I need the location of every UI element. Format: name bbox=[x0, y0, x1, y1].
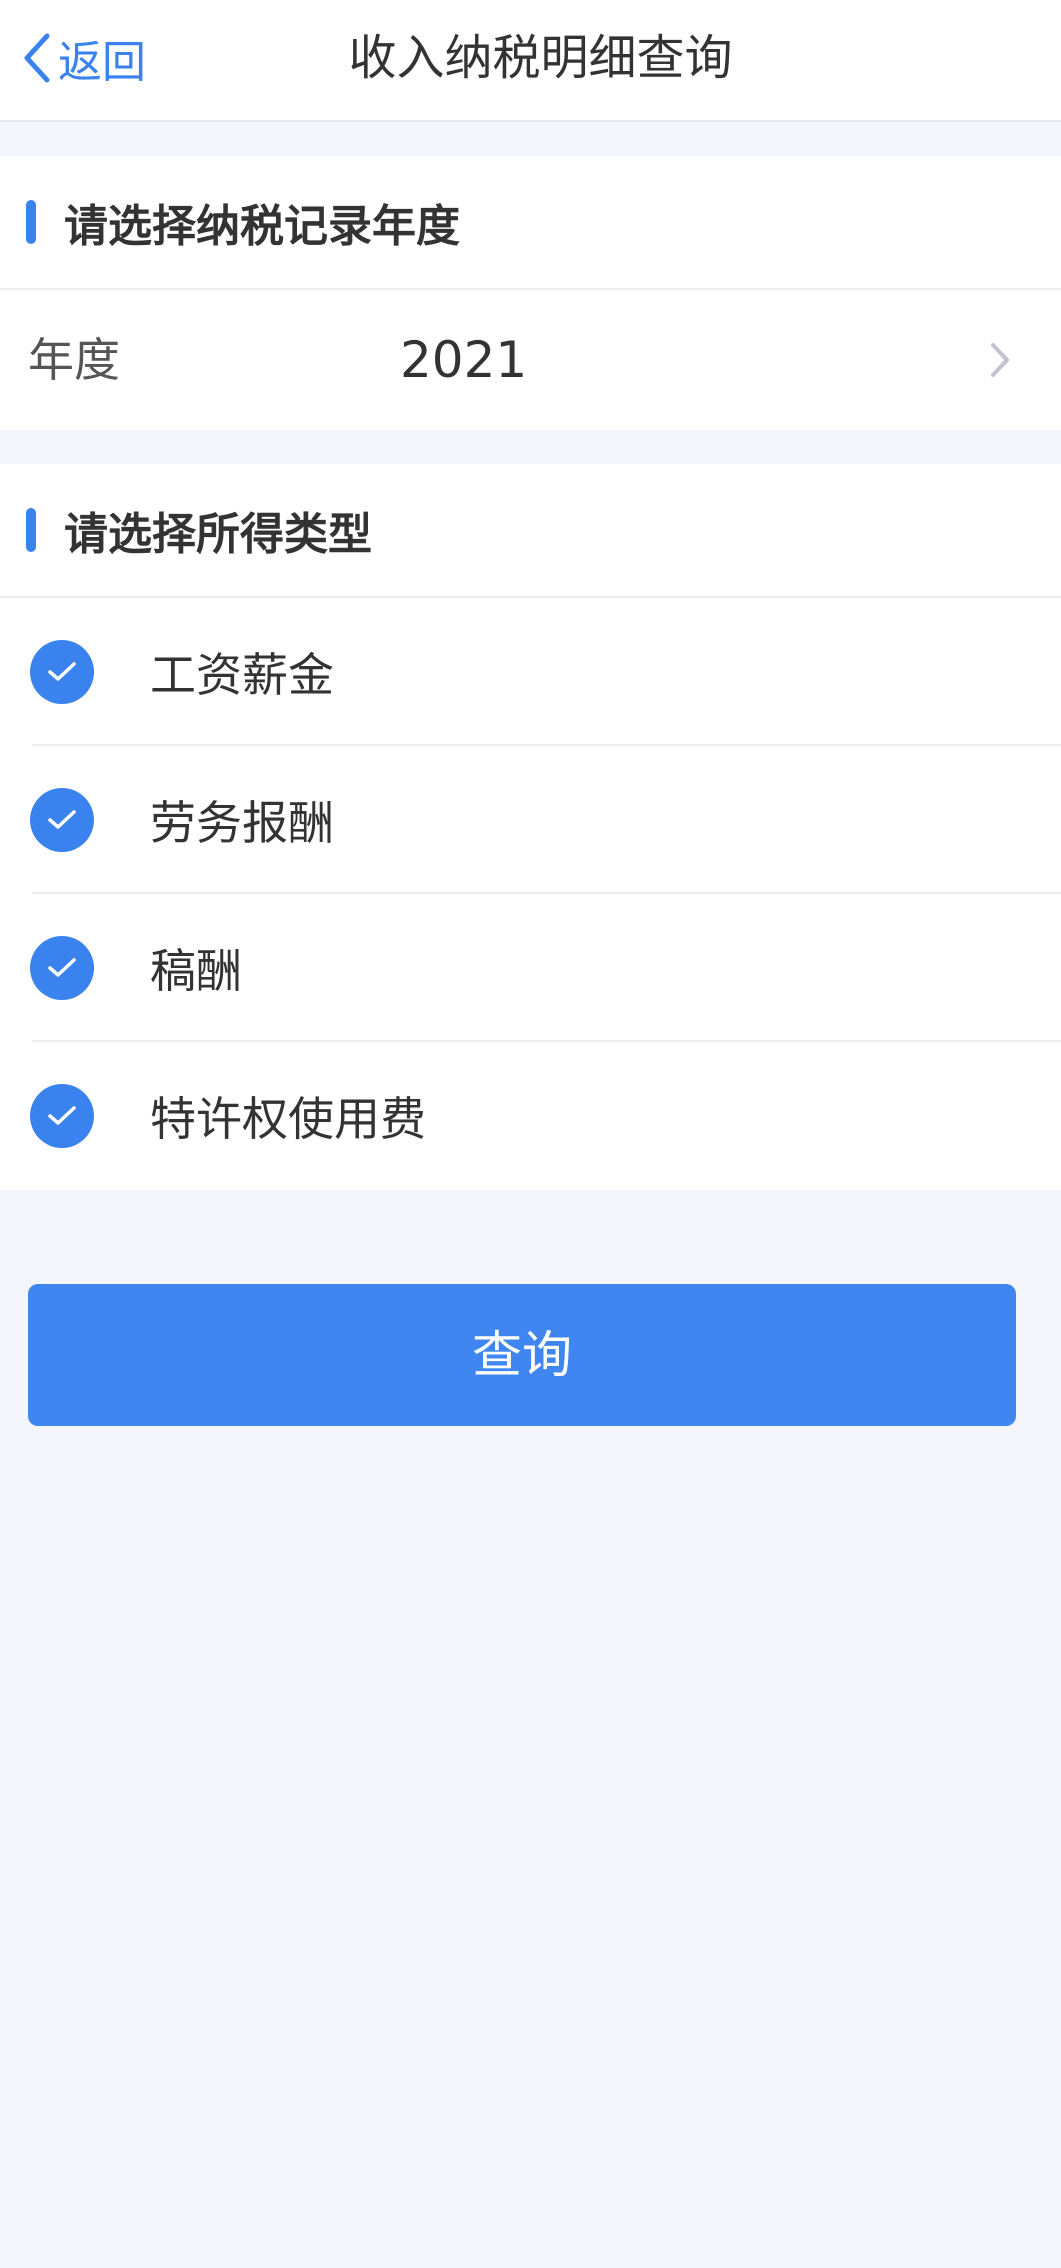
year-value: 2021 bbox=[400, 331, 528, 389]
income-option-royalties[interactable]: 稿酬 bbox=[0, 894, 1061, 1042]
page-title: 收入纳税明细查询 bbox=[348, 30, 733, 86]
section-accent-bar bbox=[26, 508, 36, 552]
income-option-salary[interactable]: 工资薪金 bbox=[0, 598, 1061, 746]
check-circle-icon[interactable] bbox=[30, 640, 94, 704]
year-section-title: 请选择纳税记录年度 bbox=[64, 201, 460, 252]
income-type-card: 请选择所得类型 工资薪金 劳务报酬 稿酬 特许权使用费 bbox=[0, 464, 1061, 1190]
income-option-franchise-fee[interactable]: 特许权使用费 bbox=[0, 1042, 1061, 1190]
option-label: 劳务报酬 bbox=[150, 796, 334, 850]
chevron-right-icon bbox=[988, 340, 1012, 384]
year-label: 年度 bbox=[28, 333, 120, 387]
option-label: 特许权使用费 bbox=[150, 1092, 426, 1146]
option-label: 稿酬 bbox=[150, 944, 242, 998]
year-selection-card: 请选择纳税记录年度 年度 2021 bbox=[0, 156, 1061, 430]
year-picker-row[interactable]: 年度 2021 bbox=[0, 290, 1061, 430]
check-circle-icon[interactable] bbox=[30, 788, 94, 852]
check-circle-icon[interactable] bbox=[30, 936, 94, 1000]
query-button[interactable]: 查询 bbox=[28, 1284, 1016, 1426]
section-accent-bar bbox=[26, 200, 36, 244]
income-section-header: 请选择所得类型 bbox=[0, 464, 1061, 598]
check-circle-icon[interactable] bbox=[30, 1084, 94, 1148]
income-section-title: 请选择所得类型 bbox=[64, 509, 372, 560]
income-option-labor-remuneration[interactable]: 劳务报酬 bbox=[0, 746, 1061, 894]
option-label: 工资薪金 bbox=[150, 648, 334, 702]
navigation-bar: 返回 收入纳税明细查询 bbox=[0, 0, 1061, 122]
year-section-header: 请选择纳税记录年度 bbox=[0, 156, 1061, 290]
